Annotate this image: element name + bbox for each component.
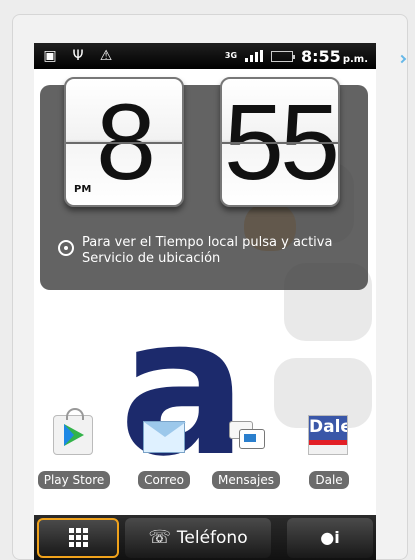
mail-icon [143,415,186,457]
clock-minute-card: 55 [220,77,340,207]
bottom-dock: ☏ Teléfono ●i [34,515,376,560]
app-play-store[interactable]: Play Store [34,408,114,489]
app-dale[interactable]: Dale Dale [289,415,369,489]
warning-icon: ⚠ [99,48,113,64]
friend-stream-button[interactable]: ●i [287,517,373,558]
status-time: 8:55 [301,46,341,66]
friend-icon: ●i [320,528,340,547]
gallery-icon: ▣ [43,48,57,64]
usb-icon: Ψ [72,48,84,64]
location-icon [58,240,74,256]
clock-widget[interactable]: 8 PM 55 Para ver el Tiempo local pulsa y… [40,77,368,290]
play-store-icon [53,408,95,457]
battery-icon [271,50,296,62]
corner-arrow-icon [397,54,407,64]
app-label: Dale [309,471,349,489]
clock-hour-card: 8 PM [64,77,184,207]
app-mensajes[interactable]: Mensajes [206,415,286,489]
dale-icon: Dale [308,415,350,457]
weather-location-message[interactable]: Para ver el Tiempo local pulsa y activa … [58,235,358,267]
dale-logo-text: Dale [309,416,347,440]
all-apps-button[interactable] [37,517,119,558]
clock-period: PM [74,184,92,195]
home-shortcuts: Play Store Correo Mensajes Dale Dale [34,408,376,493]
apps-grid-icon [68,528,88,547]
app-correo[interactable]: Correo [124,415,204,489]
status-ampm: p.m. [342,53,368,65]
phone-button[interactable]: ☏ Teléfono [125,517,271,558]
phone-icon: ☏ [148,527,171,548]
weather-message-text: Para ver el Tiempo local pulsa y activa … [82,235,333,266]
app-label: Mensajes [212,471,280,489]
signal-strength-icon [245,50,264,62]
phone-screen: a ▣ Ψ ⚠ 3G 8:55 p.m. 8 PM 55 Para ver el… [34,43,376,560]
messages-icon [225,415,267,457]
app-label: Play Store [37,471,111,489]
status-bar: ▣ Ψ ⚠ 3G 8:55 p.m. [34,43,376,69]
phone-button-label: Teléfono [176,527,248,548]
app-label: Correo [138,471,190,489]
network-type: 3G [224,51,238,60]
